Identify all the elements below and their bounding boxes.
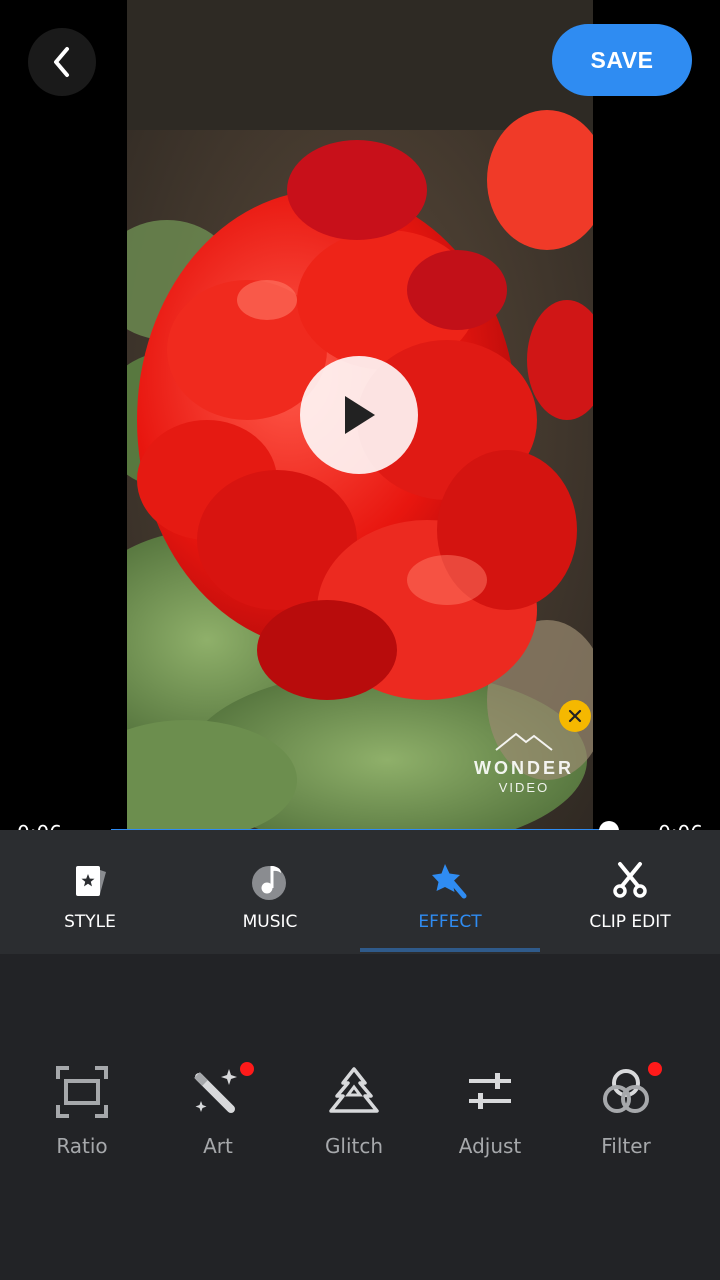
ratio-frame-icon: [54, 1064, 110, 1120]
new-badge: [648, 1062, 662, 1076]
tab-clip-edit-label: CLIP EDIT: [589, 912, 671, 932]
watermark-subtitle: VIDEO: [498, 780, 550, 795]
effect-tools-panel: Ratio Art Glitch Adjust Filter: [0, 954, 720, 1280]
tool-adjust-label: Adjust: [458, 1134, 522, 1158]
tool-glitch[interactable]: Glitch: [286, 1054, 422, 1164]
tool-art[interactable]: Art: [150, 1054, 286, 1164]
music-note-icon: [250, 860, 290, 900]
filter-circles-icon: [598, 1064, 654, 1120]
tool-filter-label: Filter: [601, 1134, 651, 1158]
close-icon: [568, 709, 582, 723]
tree-outline-icon: [326, 1064, 382, 1120]
play-icon: [345, 396, 375, 434]
tool-ratio-label: Ratio: [56, 1134, 108, 1158]
tab-effect[interactable]: EFFECT: [360, 830, 540, 954]
remove-watermark-button[interactable]: [559, 700, 591, 732]
tab-clip-edit[interactable]: CLIP EDIT: [540, 830, 720, 954]
chevron-left-icon: [54, 47, 69, 77]
active-tab-indicator: [360, 948, 540, 952]
watermark-title: WONDER: [474, 758, 574, 778]
save-button[interactable]: SAVE: [552, 24, 692, 96]
play-button[interactable]: [300, 356, 418, 474]
back-button[interactable]: [28, 28, 96, 96]
magic-wand-icon: [190, 1064, 246, 1120]
scissors-icon: [610, 860, 650, 900]
tab-effect-label: EFFECT: [418, 912, 482, 932]
tab-style[interactable]: STYLE: [0, 830, 180, 954]
effect-star-icon: [430, 860, 470, 900]
tool-adjust[interactable]: Adjust: [422, 1054, 558, 1164]
tool-glitch-label: Glitch: [324, 1134, 384, 1158]
tab-style-label: STYLE: [64, 912, 116, 932]
tab-music[interactable]: MUSIC: [180, 830, 360, 954]
tool-art-label: Art: [203, 1134, 233, 1158]
mountain-logo-icon: [495, 732, 553, 751]
new-badge: [240, 1062, 254, 1076]
sliders-icon: [462, 1064, 518, 1120]
editor-tab-bar: STYLE MUSIC EFFECT CLIP EDIT: [0, 830, 720, 954]
tab-music-label: MUSIC: [242, 912, 298, 932]
video-preview[interactable]: SAVE WONDER VIDEO: [0, 0, 720, 830]
tool-filter[interactable]: Filter: [558, 1054, 694, 1164]
watermark: WONDER VIDEO: [464, 730, 584, 820]
style-card-icon: [70, 860, 110, 900]
tool-ratio[interactable]: Ratio: [14, 1054, 150, 1164]
